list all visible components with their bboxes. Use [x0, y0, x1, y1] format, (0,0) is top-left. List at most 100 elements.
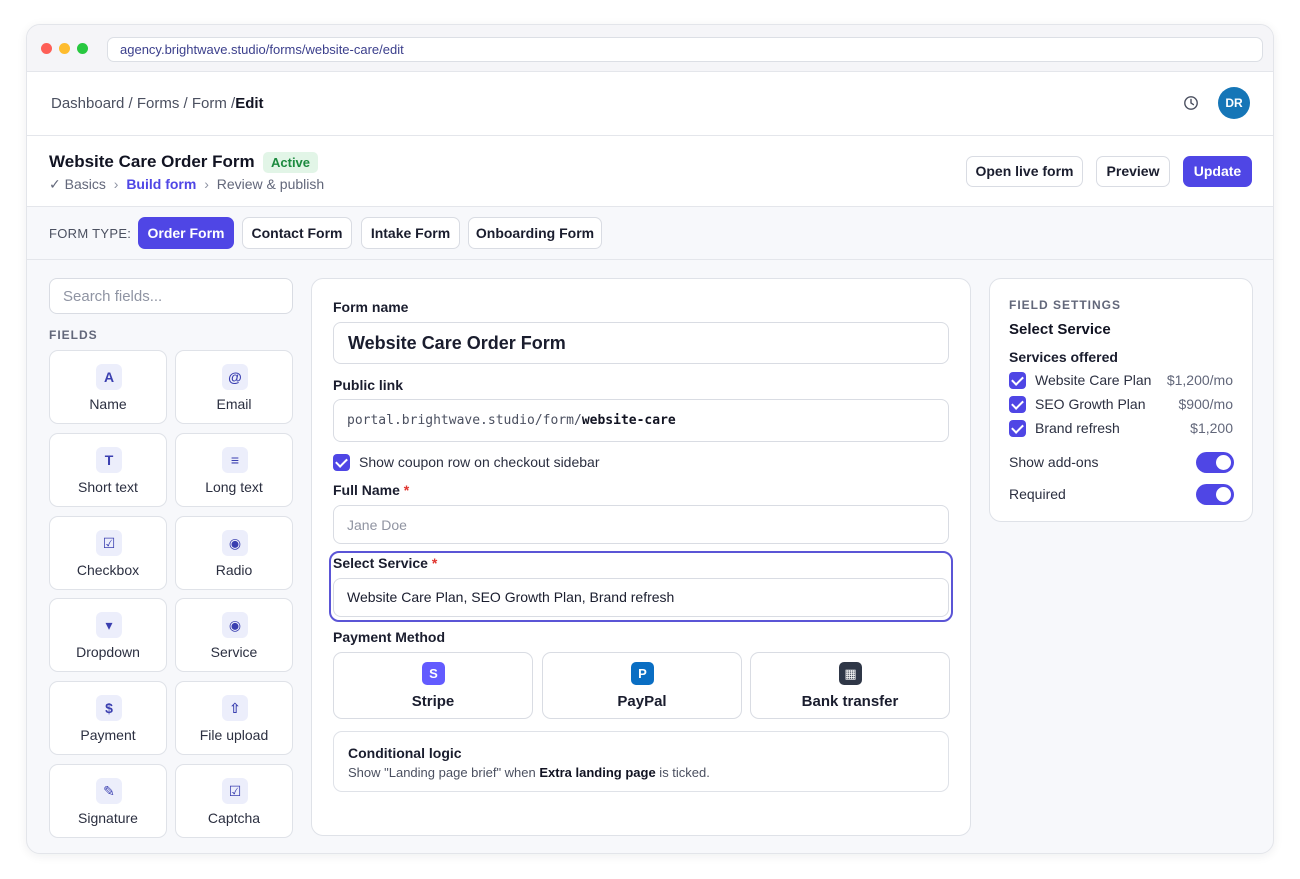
- form-type-onboarding[interactable]: Onboarding Form: [468, 217, 602, 249]
- field-tile-label: Payment: [80, 727, 136, 743]
- field-tile-label: Signature: [78, 810, 138, 826]
- form-type-contact[interactable]: Contact Form: [242, 217, 352, 249]
- field-tile-captcha[interactable]: ☑ Captcha: [175, 764, 293, 838]
- field-tile-service[interactable]: ◉ Service: [175, 598, 293, 672]
- maximize-window-button[interactable]: [77, 43, 88, 54]
- paypal-icon: P: [631, 662, 654, 685]
- show-addons-toggle[interactable]: [1196, 452, 1234, 473]
- form-builder-canvas: Form name Website Care Order Form Public…: [311, 278, 971, 836]
- step-review-publish[interactable]: Review & publish: [217, 176, 324, 192]
- signature-icon: ✎: [96, 778, 122, 804]
- payment-method-label: Payment Method: [333, 629, 446, 645]
- file-upload-icon: ⇧: [222, 695, 248, 721]
- step-progress: ✓ Basics › Build form › Review & publish: [49, 176, 324, 193]
- payment-option-paypal[interactable]: P PayPal: [542, 652, 742, 719]
- conditional-logic-card[interactable]: Conditional logic Show "Landing page bri…: [333, 731, 949, 792]
- services-offered-label: Services offered: [1009, 349, 1118, 365]
- required-toggle[interactable]: [1196, 484, 1234, 505]
- show-addons-label: Show add-ons: [1009, 454, 1099, 470]
- field-tile-label: Email: [216, 396, 252, 412]
- service-name: SEO Growth Plan: [1035, 396, 1146, 412]
- required-marker: *: [403, 482, 410, 498]
- minimize-window-button[interactable]: [59, 43, 70, 54]
- stripe-icon: S: [422, 662, 445, 685]
- public-link-label: Public link: [333, 377, 404, 393]
- form-name-value: Website Care Order Form: [348, 333, 566, 353]
- field-tile-checkbox[interactable]: ☑ Checkbox: [49, 516, 167, 590]
- long-text-icon: ≡: [222, 447, 248, 473]
- field-tile-label: Dropdown: [76, 644, 140, 660]
- field-tile-signature[interactable]: ✎ Signature: [49, 764, 167, 838]
- full-name-label: Full Name *: [333, 482, 410, 498]
- field-tile-payment[interactable]: $ Payment: [49, 681, 167, 755]
- coupon-row-label[interactable]: Show coupon row on checkout sidebar: [359, 454, 599, 470]
- field-tile-dropdown[interactable]: ▾ Dropdown: [49, 598, 167, 672]
- service-name: Website Care Plan: [1035, 372, 1152, 388]
- service-checkbox-website-care[interactable]: [1009, 372, 1026, 389]
- browser-window: agency.brightwave.studio/forms/website-c…: [26, 24, 1274, 854]
- service-checkbox-seo-growth[interactable]: [1009, 396, 1026, 413]
- history-icon[interactable]: [1183, 95, 1199, 111]
- field-settings-heading: FIELD SETTINGS: [1009, 298, 1122, 312]
- field-settings-title: Select Service: [1009, 321, 1111, 338]
- fields-heading: FIELDS: [49, 328, 98, 342]
- field-tile-label: Service: [210, 644, 258, 660]
- field-settings-panel: FIELD SETTINGS Select Service Services o…: [989, 278, 1253, 522]
- field-tile-short-text[interactable]: T Short text: [49, 433, 167, 507]
- service-price: $1,200: [1190, 420, 1233, 436]
- field-tile-label: Checkbox: [76, 562, 140, 578]
- conditional-logic-description: Show "Landing page brief" when Extra lan…: [348, 765, 710, 780]
- full-name-input[interactable]: Jane Doe: [333, 505, 949, 544]
- public-link-input[interactable]: portal.brightwave.studio/form/website-ca…: [333, 399, 949, 442]
- preview-button[interactable]: Preview: [1096, 156, 1170, 187]
- field-tile-long-text[interactable]: ≡ Long text: [175, 433, 293, 507]
- select-service-input[interactable]: Website Care Plan, SEO Growth Plan, Bran…: [333, 578, 949, 617]
- payment-option-label: Stripe: [411, 693, 455, 710]
- coupon-row-checkbox[interactable]: [333, 454, 350, 471]
- service-price: $1,200/mo: [1166, 372, 1233, 388]
- field-tile-email[interactable]: @ Email: [175, 350, 293, 424]
- field-tile-label: Long text: [205, 479, 263, 495]
- search-fields-input[interactable]: [49, 278, 293, 314]
- breadcrumb-path[interactable]: Dashboard / Forms / Form /: [51, 95, 235, 112]
- public-link-value: portal.brightwave.studio/form/website-ca…: [347, 413, 676, 428]
- avatar[interactable]: DR: [1218, 87, 1250, 119]
- required-marker: *: [431, 555, 438, 571]
- short-text-icon: T: [96, 447, 122, 473]
- select-service-value: Website Care Plan, SEO Growth Plan, Bran…: [347, 589, 675, 605]
- close-window-button[interactable]: [41, 43, 52, 54]
- form-type-bar: FORM TYPE: Order Form Contact Form Intak…: [27, 207, 1273, 260]
- payment-option-label: Bank transfer: [801, 693, 899, 710]
- form-type-intake[interactable]: Intake Form: [361, 217, 460, 249]
- open-live-form-button[interactable]: Open live form: [966, 156, 1083, 187]
- full-name-placeholder: Jane Doe: [347, 517, 407, 533]
- form-type-label: FORM TYPE:: [49, 226, 132, 241]
- field-tile-label: Radio: [215, 562, 253, 578]
- payment-option-label: PayPal: [617, 693, 667, 710]
- address-bar[interactable]: agency.brightwave.studio/forms/website-c…: [107, 37, 1263, 62]
- required-label: Required: [1009, 486, 1066, 502]
- field-tile-name[interactable]: A Name: [49, 350, 167, 424]
- step-basics[interactable]: ✓ Basics: [49, 176, 106, 192]
- field-tile-radio[interactable]: ◉ Radio: [175, 516, 293, 590]
- step-build-form[interactable]: Build form: [126, 176, 196, 192]
- breadcrumb: Dashboard / Forms / Form /Edit: [51, 95, 264, 112]
- name-icon: A: [96, 364, 122, 390]
- chevron-right-icon: ›: [204, 176, 209, 192]
- payment-option-bank-transfer[interactable]: ▦ Bank transfer: [750, 652, 950, 719]
- field-tile-label: Captcha: [207, 810, 261, 826]
- service-icon: ◉: [222, 612, 248, 638]
- payment-option-stripe[interactable]: S Stripe: [333, 652, 533, 719]
- form-name-input[interactable]: Website Care Order Form: [333, 322, 949, 364]
- radio-icon: ◉: [222, 530, 248, 556]
- field-tile-file-upload[interactable]: ⇧ File upload: [175, 681, 293, 755]
- email-icon: @: [222, 364, 248, 390]
- service-checkbox-brand-refresh[interactable]: [1009, 420, 1026, 437]
- status-badge: Active: [263, 152, 319, 173]
- update-button[interactable]: Update: [1183, 156, 1252, 187]
- chevron-right-icon: ›: [113, 176, 119, 192]
- top-bar: Dashboard / Forms / Form /Edit DR: [27, 72, 1273, 136]
- service-price: $900/mo: [1178, 396, 1233, 412]
- dropdown-icon: ▾: [96, 612, 122, 638]
- form-type-order[interactable]: Order Form: [138, 217, 234, 249]
